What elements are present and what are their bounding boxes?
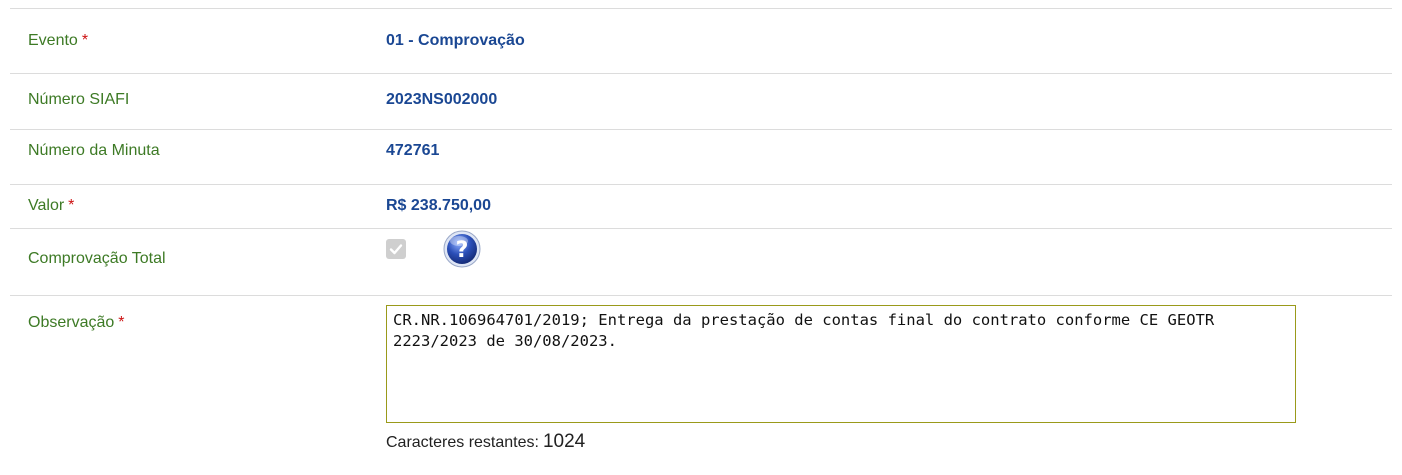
svg-text:?: ? xyxy=(456,238,469,263)
label-observacao: Observação * xyxy=(28,313,125,333)
value-evento: 01 - Comprovação xyxy=(386,32,525,49)
row-valor: Valor * R$ 238.750,00 xyxy=(10,185,1392,229)
characters-remaining: Caracteres restantes: 1024 xyxy=(386,431,585,454)
question-mark-help-icon[interactable]: ? xyxy=(442,229,482,269)
required-marker: * xyxy=(68,197,75,214)
value-valor: R$ 238.750,00 xyxy=(386,197,491,214)
comprovacao-total-checkbox[interactable] xyxy=(386,239,406,259)
form: Evento * 01 - Comprovação Número SIAFI 20… xyxy=(0,0,1402,475)
label-numero-siafi: Número SIAFI xyxy=(28,91,130,108)
label-evento: Evento * xyxy=(28,31,88,51)
label-evento-text: Evento xyxy=(28,32,78,49)
checkmark-icon xyxy=(389,244,403,255)
label-observacao-text: Observação xyxy=(28,314,115,331)
label-valor-text: Valor xyxy=(28,197,65,214)
label-numero-minuta: Número da Minuta xyxy=(28,142,160,159)
value-numero-minuta: 472761 xyxy=(386,142,440,159)
characters-remaining-count: 1024 xyxy=(542,431,586,452)
row-numero-siafi: Número SIAFI 2023NS002000 xyxy=(10,74,1392,130)
row-comprovacao-total: Comprovação Total ? xyxy=(10,229,1392,296)
observacao-textarea[interactable]: CR.NR.106964701/2019; Entrega da prestaç… xyxy=(386,305,1296,423)
label-comprovacao-total: Comprovação Total xyxy=(28,250,166,267)
label-valor: Valor * xyxy=(28,196,74,216)
required-marker: * xyxy=(118,314,125,331)
characters-remaining-label: Caracteres restantes: xyxy=(386,434,539,451)
required-marker: * xyxy=(81,32,89,49)
row-numero-minuta: Número da Minuta 472761 xyxy=(10,130,1392,185)
value-numero-siafi: 2023NS002000 xyxy=(386,91,498,108)
row-evento: Evento * 01 - Comprovação xyxy=(10,9,1392,74)
row-observacao: Observação * CR.NR.106964701/2019; Entreg… xyxy=(10,296,1392,475)
